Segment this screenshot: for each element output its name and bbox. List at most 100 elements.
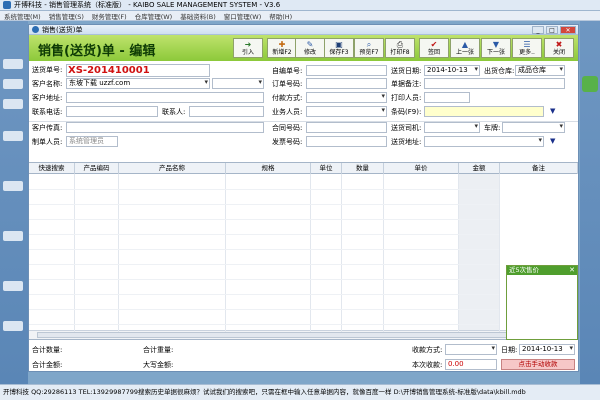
printer-input[interactable]	[424, 92, 470, 103]
ship-addr-label: 送货地址:	[391, 138, 422, 146]
menu-item[interactable]: 仓库管理(W)	[131, 11, 177, 21]
horizontal-scrollbar[interactable]	[29, 330, 578, 339]
barcode-input[interactable]	[424, 106, 544, 117]
menu-item[interactable]: 财务管理(F)	[88, 11, 131, 21]
column-header[interactable]: 单位	[311, 163, 342, 174]
driver-label: 送货司机:	[391, 124, 422, 132]
new-button[interactable]: ✚ 新增F2	[267, 38, 297, 58]
expand-triangle-icon[interactable]: ▼	[550, 107, 555, 115]
close-window-button[interactable]: ✕	[560, 26, 576, 34]
recent-price-title: 近5次售价	[509, 266, 540, 274]
maker-input[interactable]: 系统管理员	[66, 136, 118, 147]
arrow-up-icon: ▲	[461, 39, 469, 49]
column-header[interactable]: 快速搜索	[29, 163, 75, 174]
menu-item[interactable]: 基础资料(B)	[176, 11, 220, 21]
pay-method-select[interactable]	[306, 92, 387, 103]
column-header[interactable]: 备注	[500, 163, 578, 174]
contact-input[interactable]	[189, 106, 264, 117]
edit-button[interactable]: ✎ 修改	[295, 38, 325, 58]
shortcut-tile[interactable]	[3, 321, 23, 331]
product-grid[interactable]: 快速搜索 产品编码 产品名称 规格 单位 数量 单价 金额 备注	[29, 162, 578, 340]
order-no-input[interactable]	[306, 78, 387, 89]
menu-item[interactable]: 窗口管理(W)	[220, 11, 266, 21]
minimize-button[interactable]: _	[532, 26, 544, 34]
phone-label: 联系电话:	[32, 108, 63, 116]
preview-icon: ⌕	[366, 39, 372, 49]
footer-pay-method-label: 收款方式:	[412, 346, 443, 354]
maximize-button[interactable]: □	[546, 26, 558, 34]
close-icon[interactable]: ✕	[569, 266, 575, 275]
shortcut-tile[interactable]	[3, 99, 23, 109]
sales-select[interactable]	[306, 106, 387, 117]
received-input[interactable]: 0.00	[445, 359, 497, 370]
grid-row-line	[29, 249, 499, 250]
footer-pay-method-select[interactable]	[445, 344, 497, 355]
shortcut-tile[interactable]	[3, 59, 23, 69]
invoice-input[interactable]	[306, 136, 387, 147]
sales-bill-window: 销售(送货)单 _ □ ✕ 销售(送货)单 - 编辑 ➜ 引入 ✚ 新增F2 ✎ 修改 ▣ 保…	[28, 24, 579, 372]
grid-row-line	[29, 219, 499, 220]
contract-input[interactable]	[306, 122, 387, 133]
approve-button[interactable]: ✔ 签回	[419, 38, 449, 58]
contact-label: 联系人:	[162, 108, 186, 116]
import-button[interactable]: ➜ 引入	[233, 38, 263, 58]
grid-row-line	[29, 324, 499, 325]
edit-button-label: 修改	[303, 48, 316, 56]
scrollbar-thumb[interactable]	[37, 332, 507, 338]
column-header[interactable]: 规格	[226, 163, 311, 174]
more-button-label: 更多..	[519, 48, 535, 56]
column-header[interactable]: 单价	[384, 163, 459, 174]
date-picker[interactable]: 2014-10-13	[424, 65, 480, 76]
shortcut-icon[interactable]	[582, 76, 598, 92]
recent-price-panel: 近5次售价 ✕	[506, 265, 578, 340]
self-no-label: 自编单号:	[272, 67, 303, 75]
shortcut-tile[interactable]	[3, 79, 23, 89]
shortcut-tile[interactable]	[3, 281, 23, 291]
shortcut-tile[interactable]	[3, 231, 23, 241]
column-header[interactable]: 产品编码	[75, 163, 119, 174]
prev-button[interactable]: ▲ 上一张	[450, 38, 480, 58]
upper-amount-label: 大写金额:	[143, 361, 174, 369]
plate-select[interactable]	[502, 122, 565, 133]
more-button[interactable]: ☰ 更多..	[512, 38, 542, 58]
invoice-label: 发票号码:	[272, 138, 303, 146]
column-header[interactable]: 产品名称	[119, 163, 226, 174]
save-button[interactable]: ▣ 保存F3	[324, 38, 354, 58]
arrow-down-icon: ▼	[492, 39, 500, 49]
phone-input[interactable]	[66, 106, 158, 117]
menu-item[interactable]: 销售管理(S)	[45, 11, 88, 21]
shortcut-tile[interactable]	[3, 131, 23, 141]
fax-input[interactable]	[66, 122, 264, 133]
column-header[interactable]: 金额	[459, 163, 500, 174]
grid-row-line	[29, 309, 499, 310]
self-no-input[interactable]	[306, 65, 387, 76]
menu-item[interactable]: 系统管理(M)	[0, 11, 45, 21]
warehouse-select[interactable]: 成品仓库	[515, 65, 565, 76]
preview-button[interactable]: ⌕ 预览F7	[354, 38, 384, 58]
print-button[interactable]: ⎙ 打印F8	[385, 38, 415, 58]
customer-type-select[interactable]	[212, 78, 264, 89]
customer-label: 客户名称:	[32, 80, 63, 88]
status-bar: 开博科技 QQ:29286113 TEL:13929987799搜索历史单据很麻…	[0, 384, 600, 400]
close-button[interactable]: ✖ 关闭	[544, 38, 574, 58]
column-header[interactable]: 数量	[342, 163, 384, 174]
next-button[interactable]: ▼ 下一张	[481, 38, 511, 58]
close-button-label: 关闭	[552, 48, 565, 56]
manual-pay-button[interactable]: 点击手动收款	[501, 359, 575, 370]
address-input[interactable]	[66, 92, 264, 103]
window-title-bar: 销售(送货)单	[29, 25, 578, 35]
more-icon: ☰	[523, 39, 531, 49]
right-background-panel	[580, 21, 600, 384]
shortcut-tile[interactable]	[3, 181, 23, 191]
new-document-icon: ✚	[278, 39, 286, 49]
pay-date-picker[interactable]: 2014-10-13	[519, 344, 575, 355]
remark-input[interactable]	[424, 78, 565, 89]
driver-select[interactable]	[424, 122, 480, 133]
ship-addr-select[interactable]	[424, 136, 544, 147]
customer-select[interactable]: 东坡下载 uzzf.com	[66, 78, 210, 89]
expand-triangle-icon[interactable]: ▼	[550, 137, 555, 145]
contract-label: 合同号码:	[272, 124, 303, 132]
toolbar: 销售(送货)单 - 编辑 ➜ 引入 ✚ 新增F2 ✎ 修改 ▣ 保存F3 ⌕ 预览F7 ⎙ 打印F8 ✔…	[29, 35, 578, 61]
app-title-bar: 开博科技 - 销售管理系统（标准版） - KAIBO SALE MANAGEME…	[0, 0, 600, 11]
menu-item[interactable]: 帮助(H)	[265, 11, 296, 21]
